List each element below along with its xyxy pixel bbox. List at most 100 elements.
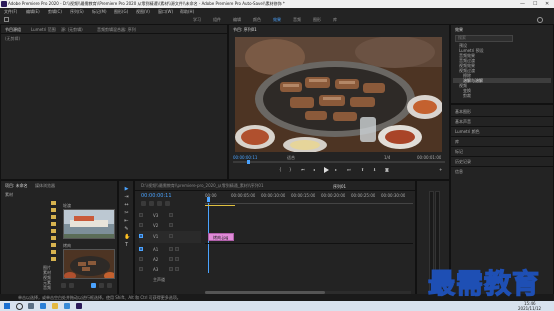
workspace-editing[interactable]: 编辑 — [233, 17, 241, 22]
store-icon[interactable] — [64, 303, 70, 309]
mark-in-icon[interactable]: { — [279, 167, 282, 172]
eye-icon[interactable] — [169, 234, 173, 238]
new-bin-icon[interactable] — [91, 283, 96, 288]
mute-icon[interactable] — [169, 247, 173, 251]
timeline-ruler[interactable]: 00:00 00:00:05:00 00:00:10:00 00:00:15:0… — [205, 193, 413, 204]
wrench-icon[interactable] — [165, 201, 170, 206]
track-label-v3[interactable]: V3 — [153, 213, 158, 218]
workspace-graphics[interactable]: 图形 — [313, 17, 321, 22]
go-to-in-icon[interactable]: ⏮ — [301, 167, 305, 172]
tab-media-browser[interactable]: 媒体浏览器 — [35, 183, 55, 188]
tab-effect-controls[interactable]: 节目源组 — [5, 27, 21, 32]
workspace-learning[interactable]: 学习 — [193, 17, 201, 22]
playhead-marker[interactable] — [247, 160, 250, 164]
panel-libraries[interactable]: 库 — [455, 139, 459, 144]
track-label-v1[interactable]: V1 — [153, 234, 158, 239]
maximize-button[interactable]: ☐ — [533, 1, 537, 7]
edge-icon[interactable] — [40, 303, 46, 309]
tab-effects[interactable]: 效果 — [455, 27, 463, 32]
eye-icon[interactable] — [169, 223, 173, 227]
taskbar-date[interactable]: 2021/11/12 — [518, 306, 541, 311]
menu-file[interactable]: 文件(F) — [4, 9, 17, 14]
icon-view-icon[interactable] — [69, 283, 74, 288]
linked-selection-icon[interactable] — [149, 201, 154, 206]
timeline-timecode[interactable]: 00:00:00:11 — [141, 193, 172, 199]
add-button-icon[interactable]: + — [439, 167, 442, 172]
clip-thumbnail-ferry[interactable] — [63, 209, 115, 239]
razor-tool-icon[interactable]: ✂ — [124, 211, 129, 216]
trash-icon[interactable] — [107, 283, 112, 288]
solo-icon[interactable] — [175, 267, 179, 271]
close-button[interactable]: ✕ — [545, 1, 549, 7]
step-back-icon[interactable]: ◂ — [313, 167, 315, 172]
tab-audio-mixer[interactable]: 音频剪辑混合器: 序列 — [97, 27, 136, 32]
lock-icon[interactable] — [139, 223, 143, 227]
menu-sequence[interactable]: 序列(S) — [70, 9, 84, 14]
workspace-assembly[interactable]: 组件 — [213, 17, 221, 22]
track-label-a1[interactable]: A1 — [153, 247, 158, 252]
menu-marker[interactable]: 标记(M) — [92, 9, 107, 14]
mark-out-icon[interactable]: } — [289, 167, 292, 172]
extract-icon[interactable]: ⬇ — [373, 167, 376, 172]
selection-tool-icon[interactable]: ▶ — [124, 187, 129, 192]
type-tool-icon[interactable]: T — [124, 243, 129, 248]
panel-lumetri-color[interactable]: Lumetri 颜色 — [455, 129, 480, 134]
tab-project[interactable]: 项目: 未命名 — [5, 183, 28, 188]
resolution-dropdown[interactable]: 1/4 — [384, 155, 390, 160]
program-timecode[interactable]: 00:00:00:11 — [233, 155, 257, 160]
premiere-taskbar-icon[interactable] — [76, 303, 82, 309]
ripple-edit-tool-icon[interactable]: ↔ — [124, 203, 129, 208]
go-to-out-icon[interactable]: ⏭ — [347, 167, 351, 172]
tab-lumetri-scopes[interactable]: Lumetri 范围 — [31, 27, 56, 32]
panel-info[interactable]: 信息 — [455, 169, 463, 174]
minimize-button[interactable]: — — [520, 1, 525, 7]
panel-essential-graphics[interactable]: 基本图形 — [455, 109, 471, 114]
timeline-clip[interactable]: 烤肉.jpg — [208, 233, 234, 241]
panel-markers[interactable]: 标记 — [455, 149, 463, 154]
track-label-a3[interactable]: A3 — [153, 267, 158, 272]
fit-dropdown[interactable]: 适合 — [287, 155, 295, 160]
program-scrubber[interactable] — [233, 160, 445, 164]
play-icon[interactable] — [324, 167, 329, 173]
panel-history[interactable]: 历史记录 — [455, 159, 471, 164]
panel-essential-sound[interactable]: 基本声音 — [455, 119, 471, 124]
source-patch-a1[interactable] — [139, 247, 143, 251]
menu-graphics[interactable]: 图形(G) — [114, 9, 128, 14]
lift-icon[interactable]: ⬆ — [361, 167, 364, 172]
track-label-master[interactable]: 主声道 — [153, 277, 165, 282]
lock-icon[interactable] — [139, 257, 143, 261]
clip-thumbnail-bbq[interactable] — [63, 249, 115, 279]
menu-edit[interactable]: 编辑(E) — [26, 9, 40, 14]
hand-tool-icon[interactable]: ✋ — [124, 235, 130, 240]
home-icon[interactable] — [4, 17, 9, 22]
slip-tool-icon[interactable]: ⇤ — [124, 219, 129, 224]
tab-source[interactable]: 源: (无剪辑) — [61, 27, 83, 32]
timeline-playhead[interactable] — [207, 197, 210, 202]
start-icon[interactable] — [4, 303, 10, 309]
project-item[interactable]: 音频 — [43, 285, 51, 290]
search-icon[interactable] — [537, 17, 543, 23]
workspace-audio[interactable]: 音频 — [293, 17, 301, 22]
workspace-effects[interactable]: 效果 — [273, 17, 281, 22]
effects-tree-item[interactable]: 剪裁 — [463, 93, 471, 98]
menu-view[interactable]: 视图(V) — [136, 9, 150, 14]
explorer-icon[interactable] — [52, 303, 58, 309]
eye-icon[interactable] — [169, 213, 173, 217]
add-marker-icon[interactable] — [157, 201, 162, 206]
step-forward-icon[interactable]: ▸ — [335, 167, 337, 172]
menu-help[interactable]: 帮助(H) — [180, 9, 194, 14]
workspace-libraries[interactable]: 库 — [333, 17, 337, 22]
lock-icon[interactable] — [139, 213, 143, 217]
mute-icon[interactable] — [169, 267, 173, 271]
mute-icon[interactable] — [169, 257, 173, 261]
track-label-a2[interactable]: A2 — [153, 257, 158, 262]
export-frame-icon[interactable]: ◙ — [385, 167, 389, 172]
track-select-tool-icon[interactable]: ⇥ — [124, 195, 129, 200]
pen-tool-icon[interactable]: ✎ — [124, 227, 129, 232]
workspace-color[interactable]: 颜色 — [253, 17, 261, 22]
lock-icon[interactable] — [139, 267, 143, 271]
snap-icon[interactable] — [141, 201, 146, 206]
tab-sequence-01[interactable]: 序列01 — [333, 184, 346, 189]
solo-icon[interactable] — [175, 257, 179, 261]
list-view-icon[interactable] — [61, 283, 66, 288]
